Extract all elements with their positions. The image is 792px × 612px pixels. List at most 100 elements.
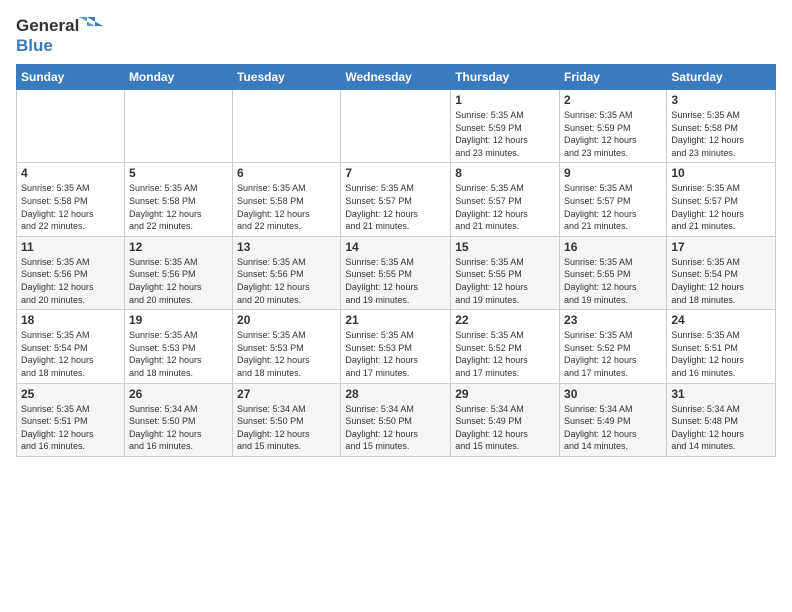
calendar-cell: 16 Sunrise: 5:35 AM Sunset: 5:55 PM Dayli… xyxy=(560,236,667,309)
day-number: 8 xyxy=(455,166,555,180)
day-number: 31 xyxy=(671,387,771,401)
calendar-cell xyxy=(341,90,451,163)
day-info: Sunrise: 5:35 AM Sunset: 5:52 PM Dayligh… xyxy=(564,329,662,379)
calendar-cell: 22Sunrise: 5:35 AM Sunset: 5:52 PM Dayli… xyxy=(451,310,560,383)
day-info: Sunrise: 5:35 AM Sunset: 5:58 PM Dayligh… xyxy=(671,109,771,159)
day-number: 14 xyxy=(345,240,446,254)
calendar-cell: 27 Sunrise: 5:34 AM Sunset: 5:50 PM Dayli… xyxy=(233,383,341,456)
day-info: Sunrise: 5:34 AM Sunset: 5:50 PM Dayligh… xyxy=(345,403,446,453)
calendar-cell: 14Sunrise: 5:35 AM Sunset: 5:55 PM Dayli… xyxy=(341,236,451,309)
calendar-cell: 4 Sunrise: 5:35 AM Sunset: 5:58 PM Daylig… xyxy=(17,163,125,236)
day-info: Sunrise: 5:35 AM Sunset: 5:57 PM Dayligh… xyxy=(564,182,662,232)
day-number: 29 xyxy=(455,387,555,401)
day-info: Sunrise: 5:34 AM Sunset: 5:50 PM Dayligh… xyxy=(237,403,336,453)
day-number: 28 xyxy=(345,387,446,401)
calendar-header-saturday: Saturday xyxy=(667,65,776,90)
day-info: Sunrise: 5:35 AM Sunset: 5:56 PM Dayligh… xyxy=(21,256,120,306)
day-number: 1 xyxy=(455,93,555,107)
calendar-cell: 2 Sunrise: 5:35 AM Sunset: 5:59 PM Daylig… xyxy=(560,90,667,163)
calendar-cell: 28 Sunrise: 5:34 AM Sunset: 5:50 PM Dayli… xyxy=(341,383,451,456)
calendar-cell: 6Sunrise: 5:35 AM Sunset: 5:58 PM Daylig… xyxy=(233,163,341,236)
calendar-header-sunday: Sunday xyxy=(17,65,125,90)
day-number: 4 xyxy=(21,166,120,180)
day-number: 3 xyxy=(671,93,771,107)
day-info: Sunrise: 5:35 AM Sunset: 5:53 PM Dayligh… xyxy=(237,329,336,379)
day-info: Sunrise: 5:35 AM Sunset: 5:56 PM Dayligh… xyxy=(237,256,336,306)
calendar-cell: 21 Sunrise: 5:35 AM Sunset: 5:53 PM Dayli… xyxy=(341,310,451,383)
day-number: 26 xyxy=(129,387,228,401)
day-number: 18 xyxy=(21,313,120,327)
day-info: Sunrise: 5:35 AM Sunset: 5:57 PM Dayligh… xyxy=(345,182,446,232)
day-info: Sunrise: 5:35 AM Sunset: 5:51 PM Dayligh… xyxy=(21,403,120,453)
day-info: Sunrise: 5:35 AM Sunset: 5:59 PM Dayligh… xyxy=(455,109,555,159)
calendar-header-monday: Monday xyxy=(124,65,232,90)
day-info: Sunrise: 5:35 AM Sunset: 5:51 PM Dayligh… xyxy=(671,329,771,379)
calendar-cell: 3 Sunrise: 5:35 AM Sunset: 5:58 PM Daylig… xyxy=(667,90,776,163)
calendar-week-5: 25 Sunrise: 5:35 AM Sunset: 5:51 PM Dayli… xyxy=(17,383,776,456)
day-number: 13 xyxy=(237,240,336,254)
day-number: 23 xyxy=(564,313,662,327)
calendar-cell: 26 Sunrise: 5:34 AM Sunset: 5:50 PM Dayli… xyxy=(124,383,232,456)
calendar-cell: 19 Sunrise: 5:35 AM Sunset: 5:53 PM Dayli… xyxy=(124,310,232,383)
calendar-header-thursday: Thursday xyxy=(451,65,560,90)
calendar-cell: 5 Sunrise: 5:35 AM Sunset: 5:58 PM Daylig… xyxy=(124,163,232,236)
calendar-cell: 24 Sunrise: 5:35 AM Sunset: 5:51 PM Dayli… xyxy=(667,310,776,383)
day-number: 20 xyxy=(237,313,336,327)
day-info: Sunrise: 5:35 AM Sunset: 5:56 PM Dayligh… xyxy=(129,256,228,306)
day-info: Sunrise: 5:34 AM Sunset: 5:48 PM Dayligh… xyxy=(671,403,771,453)
logo: General Blue xyxy=(16,16,103,56)
day-number: 24 xyxy=(671,313,771,327)
day-info: Sunrise: 5:35 AM Sunset: 5:58 PM Dayligh… xyxy=(129,182,228,232)
day-number: 5 xyxy=(129,166,228,180)
calendar-header-wednesday: Wednesday xyxy=(341,65,451,90)
logo-chevron-icon xyxy=(79,16,103,36)
calendar-cell xyxy=(124,90,232,163)
calendar-cell xyxy=(17,90,125,163)
day-number: 16 xyxy=(564,240,662,254)
day-info: Sunrise: 5:35 AM Sunset: 5:58 PM Dayligh… xyxy=(21,182,120,232)
day-info: Sunrise: 5:35 AM Sunset: 5:55 PM Dayligh… xyxy=(455,256,555,306)
calendar-week-2: 4 Sunrise: 5:35 AM Sunset: 5:58 PM Daylig… xyxy=(17,163,776,236)
day-info: Sunrise: 5:34 AM Sunset: 5:49 PM Dayligh… xyxy=(564,403,662,453)
calendar-cell: 18 Sunrise: 5:35 AM Sunset: 5:54 PM Dayli… xyxy=(17,310,125,383)
day-info: Sunrise: 5:35 AM Sunset: 5:54 PM Dayligh… xyxy=(21,329,120,379)
day-info: Sunrise: 5:35 AM Sunset: 5:57 PM Dayligh… xyxy=(671,182,771,232)
calendar-cell xyxy=(233,90,341,163)
day-number: 11 xyxy=(21,240,120,254)
header: General Blue xyxy=(16,16,776,56)
day-number: 30 xyxy=(564,387,662,401)
calendar-cell: 17Sunrise: 5:35 AM Sunset: 5:54 PM Dayli… xyxy=(667,236,776,309)
calendar-cell: 7Sunrise: 5:35 AM Sunset: 5:57 PM Daylig… xyxy=(341,163,451,236)
calendar-week-3: 11 Sunrise: 5:35 AM Sunset: 5:56 PM Dayli… xyxy=(17,236,776,309)
calendar-cell: 23 Sunrise: 5:35 AM Sunset: 5:52 PM Dayli… xyxy=(560,310,667,383)
day-number: 19 xyxy=(129,313,228,327)
day-number: 21 xyxy=(345,313,446,327)
day-info: Sunrise: 5:35 AM Sunset: 5:58 PM Dayligh… xyxy=(237,182,336,232)
day-info: Sunrise: 5:35 AM Sunset: 5:53 PM Dayligh… xyxy=(345,329,446,379)
day-info: Sunrise: 5:35 AM Sunset: 5:55 PM Dayligh… xyxy=(564,256,662,306)
calendar-cell: 29 Sunrise: 5:34 AM Sunset: 5:49 PM Dayli… xyxy=(451,383,560,456)
logo-blue-text: Blue xyxy=(16,36,53,56)
calendar-cell: 11 Sunrise: 5:35 AM Sunset: 5:56 PM Dayli… xyxy=(17,236,125,309)
day-info: Sunrise: 5:34 AM Sunset: 5:50 PM Dayligh… xyxy=(129,403,228,453)
calendar-cell: 15Sunrise: 5:35 AM Sunset: 5:55 PM Dayli… xyxy=(451,236,560,309)
calendar-week-4: 18 Sunrise: 5:35 AM Sunset: 5:54 PM Dayli… xyxy=(17,310,776,383)
day-info: Sunrise: 5:35 AM Sunset: 5:54 PM Dayligh… xyxy=(671,256,771,306)
day-number: 25 xyxy=(21,387,120,401)
logo-general-text: General xyxy=(16,16,79,36)
calendar-cell: 9Sunrise: 5:35 AM Sunset: 5:57 PM Daylig… xyxy=(560,163,667,236)
calendar-header-tuesday: Tuesday xyxy=(233,65,341,90)
calendar-header-friday: Friday xyxy=(560,65,667,90)
day-info: Sunrise: 5:35 AM Sunset: 5:57 PM Dayligh… xyxy=(455,182,555,232)
day-number: 2 xyxy=(564,93,662,107)
day-info: Sunrise: 5:34 AM Sunset: 5:49 PM Dayligh… xyxy=(455,403,555,453)
day-info: Sunrise: 5:35 AM Sunset: 5:53 PM Dayligh… xyxy=(129,329,228,379)
calendar-cell: 31 Sunrise: 5:34 AM Sunset: 5:48 PM Dayli… xyxy=(667,383,776,456)
calendar-cell: 25 Sunrise: 5:35 AM Sunset: 5:51 PM Dayli… xyxy=(17,383,125,456)
day-info: Sunrise: 5:35 AM Sunset: 5:59 PM Dayligh… xyxy=(564,109,662,159)
day-number: 27 xyxy=(237,387,336,401)
calendar-cell: 12Sunrise: 5:35 AM Sunset: 5:56 PM Dayli… xyxy=(124,236,232,309)
day-number: 22 xyxy=(455,313,555,327)
calendar-cell: 13 Sunrise: 5:35 AM Sunset: 5:56 PM Dayli… xyxy=(233,236,341,309)
calendar-header-row: SundayMondayTuesdayWednesdayThursdayFrid… xyxy=(17,65,776,90)
